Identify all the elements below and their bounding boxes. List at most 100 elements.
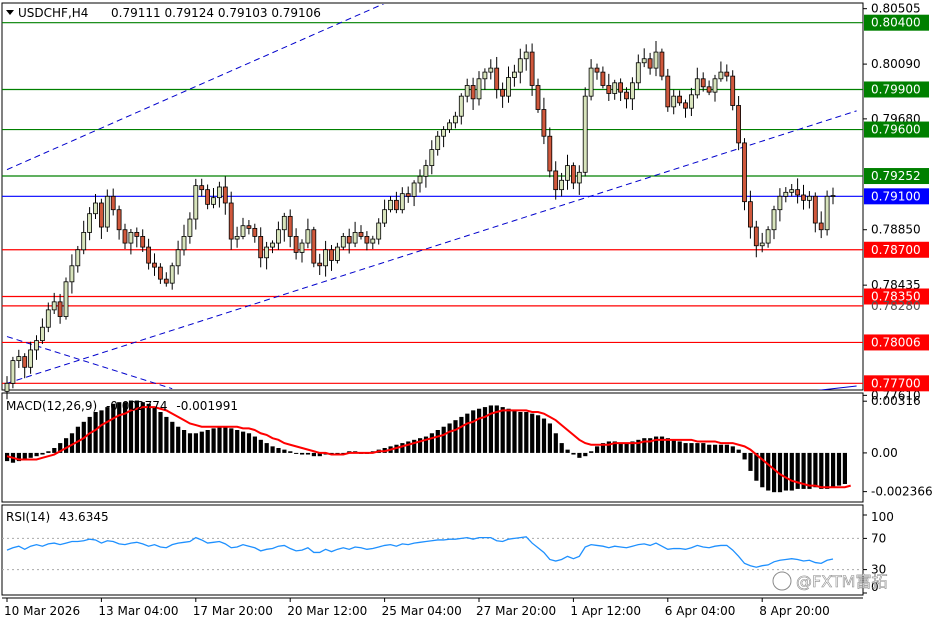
candle-body — [700, 78, 706, 88]
candle-body — [482, 71, 488, 80]
macd-histogram-bar — [766, 452, 771, 491]
candle-body — [559, 179, 564, 191]
candle-body — [382, 209, 388, 224]
macd-histogram-bar — [187, 433, 193, 453]
macd-histogram-bar — [158, 412, 163, 453]
macd-histogram-bar — [730, 446, 735, 453]
candle-body — [187, 218, 193, 237]
time-tick-label: 25 Mar 04:00 — [382, 604, 462, 618]
ohlc-values: 0.79111 0.79124 0.79103 0.79106 — [111, 6, 321, 20]
macd-histogram-bar — [294, 452, 299, 454]
candle-body — [246, 225, 252, 229]
candle-body — [730, 75, 736, 106]
rsi-tick-label: 70 — [871, 531, 886, 545]
macd-histogram-bar — [807, 452, 812, 489]
macd-histogram-bar — [93, 412, 98, 453]
candle-body — [547, 135, 553, 172]
level-label-text: 0.80400 — [871, 16, 921, 30]
candle-body — [293, 236, 299, 253]
candle-body — [4, 382, 10, 392]
macd-histogram-bar — [583, 452, 588, 457]
level-label-text: 0.78006 — [871, 335, 921, 349]
candle-body — [588, 67, 594, 97]
macd-histogram-bar — [46, 451, 51, 453]
macd-histogram-bar — [435, 430, 440, 453]
candle-body — [63, 281, 69, 317]
macd-histogram-bar — [512, 410, 517, 453]
symbol-timeframe[interactable]: USDCHF,H4 — [18, 6, 88, 20]
macd-tick-label: 0.00316 — [871, 394, 921, 408]
candle-body — [635, 62, 641, 84]
candle-body — [110, 195, 116, 211]
candle-body — [393, 199, 399, 211]
macd-histogram-bar — [447, 423, 452, 453]
macd-histogram-bar — [241, 431, 246, 453]
macd-tick-label: 0.00 — [871, 446, 898, 460]
macd-histogram-bar — [713, 444, 718, 453]
candle-body — [140, 236, 146, 248]
candle-body — [653, 51, 659, 69]
candle-body — [340, 236, 346, 248]
candle-body — [57, 301, 63, 317]
candle-body — [488, 67, 494, 73]
time-tick-label: 17 Mar 20:00 — [193, 604, 273, 618]
candle-body — [163, 278, 169, 284]
macd-histogram-bar — [288, 451, 293, 453]
candle-body — [571, 165, 576, 184]
candle-body — [181, 236, 187, 251]
macd-histogram-bar — [205, 430, 210, 453]
candle-body — [748, 201, 753, 228]
candle-body — [152, 262, 157, 268]
macd-histogram-bar — [500, 407, 505, 453]
candle-body — [281, 215, 287, 231]
candle-body — [311, 229, 317, 264]
macd-signal-value: -0.001991 — [176, 399, 238, 413]
macd-histogram-bar — [677, 441, 682, 453]
macd-histogram-bar — [276, 448, 281, 453]
candle-body — [647, 58, 653, 69]
candle-body — [104, 195, 110, 228]
candle-body — [500, 89, 506, 97]
candle-body — [16, 356, 22, 362]
candle-body — [612, 82, 618, 94]
macd-histogram-bar — [400, 443, 405, 453]
candle-body — [411, 182, 417, 197]
candle-body — [275, 229, 281, 244]
candle-body — [10, 360, 16, 384]
macd-histogram-bar — [606, 441, 611, 453]
candle-body — [435, 135, 441, 150]
candle-body — [677, 95, 682, 104]
macd-histogram-bar — [182, 430, 187, 453]
time-tick-label: 20 Mar 12:00 — [287, 604, 367, 618]
macd-histogram-bar — [270, 446, 275, 453]
candle-body — [234, 236, 240, 240]
candle-body — [824, 195, 830, 231]
macd-histogram-bar — [689, 443, 694, 453]
candle-body — [535, 85, 541, 110]
macd-histogram-bar — [642, 438, 647, 453]
macd-histogram-bar — [52, 448, 57, 453]
chart-window[interactable]: 0.80505 0.80090 0.79680 0.78850 0.78435 0.776… — [0, 0, 936, 624]
time-tick-label: 27 Mar 20:00 — [476, 604, 556, 618]
candle-body — [45, 309, 51, 328]
candle-body — [600, 71, 606, 86]
candle-body — [541, 109, 547, 137]
candle-body — [801, 194, 806, 201]
candle-body — [618, 82, 623, 93]
level-label-text: 0.78700 — [871, 243, 921, 257]
rsi-current-value: 43.6345 — [59, 510, 109, 524]
candle-body — [211, 197, 216, 205]
candle-body — [370, 238, 376, 244]
candle-body — [429, 149, 435, 167]
rsi-panel-frame[interactable] — [1, 504, 864, 596]
candle-body — [323, 249, 329, 267]
candle-body — [641, 58, 647, 64]
candle-body — [441, 129, 447, 137]
macd-histogram-bar — [459, 416, 464, 453]
candle-body — [807, 195, 812, 201]
macd-histogram-bar — [819, 452, 824, 489]
macd-histogram-bar — [28, 452, 33, 458]
macd-histogram-bar — [718, 444, 724, 453]
candle-body — [258, 236, 264, 259]
macd-histogram-bar — [518, 412, 523, 453]
